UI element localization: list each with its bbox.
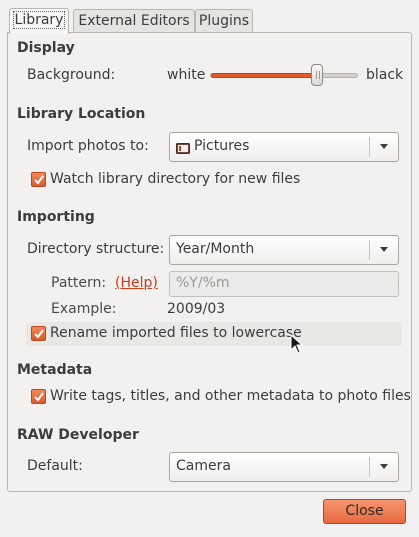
raw-default-value: Camera <box>176 458 231 474</box>
write-metadata-checkbox[interactable] <box>31 389 46 404</box>
import-photos-label: Import photos to: <box>27 138 149 154</box>
metadata-heading: Metadata <box>17 362 93 378</box>
directory-structure-label: Directory structure: <box>27 241 165 257</box>
import-folder-combo[interactable]: Pictures <box>169 132 399 162</box>
checkmark-icon <box>34 329 44 339</box>
combo-separator <box>369 457 370 477</box>
importing-heading: Importing <box>17 209 95 225</box>
example-value: 2009/03 <box>167 301 226 317</box>
pattern-label: Pattern: <box>51 275 107 291</box>
slider-max-label: black <box>366 67 404 83</box>
rename-lowercase-label[interactable]: Rename imported files to lowercase <box>50 325 302 341</box>
directory-structure-value: Year/Month <box>176 241 255 257</box>
pattern-input[interactable]: %Y/%m <box>169 271 399 297</box>
checkmark-icon <box>34 175 44 185</box>
chevron-down-icon <box>378 243 390 255</box>
preferences-content: Display Background: white black Library … <box>0 0 419 537</box>
display-heading: Display <box>17 40 75 56</box>
chevron-down-icon <box>378 140 390 152</box>
raw-developer-heading: RAW Developer <box>17 427 139 443</box>
slider-min-label: white <box>167 67 206 83</box>
chevron-down-icon <box>378 460 390 472</box>
watch-library-label[interactable]: Watch library directory for new files <box>50 171 300 187</box>
directory-structure-combo[interactable]: Year/Month <box>169 235 399 265</box>
library-location-heading: Library Location <box>17 106 146 122</box>
watch-library-checkbox[interactable] <box>31 172 46 187</box>
import-folder-value: Pictures <box>194 138 250 154</box>
combo-separator <box>369 137 370 157</box>
background-label: Background: <box>27 67 116 83</box>
combo-separator <box>369 240 370 260</box>
folder-icon <box>176 141 190 155</box>
raw-default-label: Default: <box>27 458 83 474</box>
help-link[interactable]: (Help) <box>115 275 158 291</box>
checkmark-icon <box>34 392 44 402</box>
raw-default-combo[interactable]: Camera <box>169 452 399 482</box>
rename-lowercase-checkbox[interactable] <box>31 326 46 341</box>
slider-thumb[interactable] <box>311 64 323 86</box>
background-slider[interactable] <box>210 73 358 78</box>
mouse-pointer-icon <box>290 333 304 354</box>
pattern-placeholder: %Y/%m <box>176 275 230 291</box>
example-label: Example: <box>51 301 117 317</box>
write-metadata-label[interactable]: Write tags, titles, and other metadata t… <box>50 388 411 404</box>
close-button[interactable]: Close <box>323 499 406 524</box>
slider-fill <box>211 73 317 78</box>
